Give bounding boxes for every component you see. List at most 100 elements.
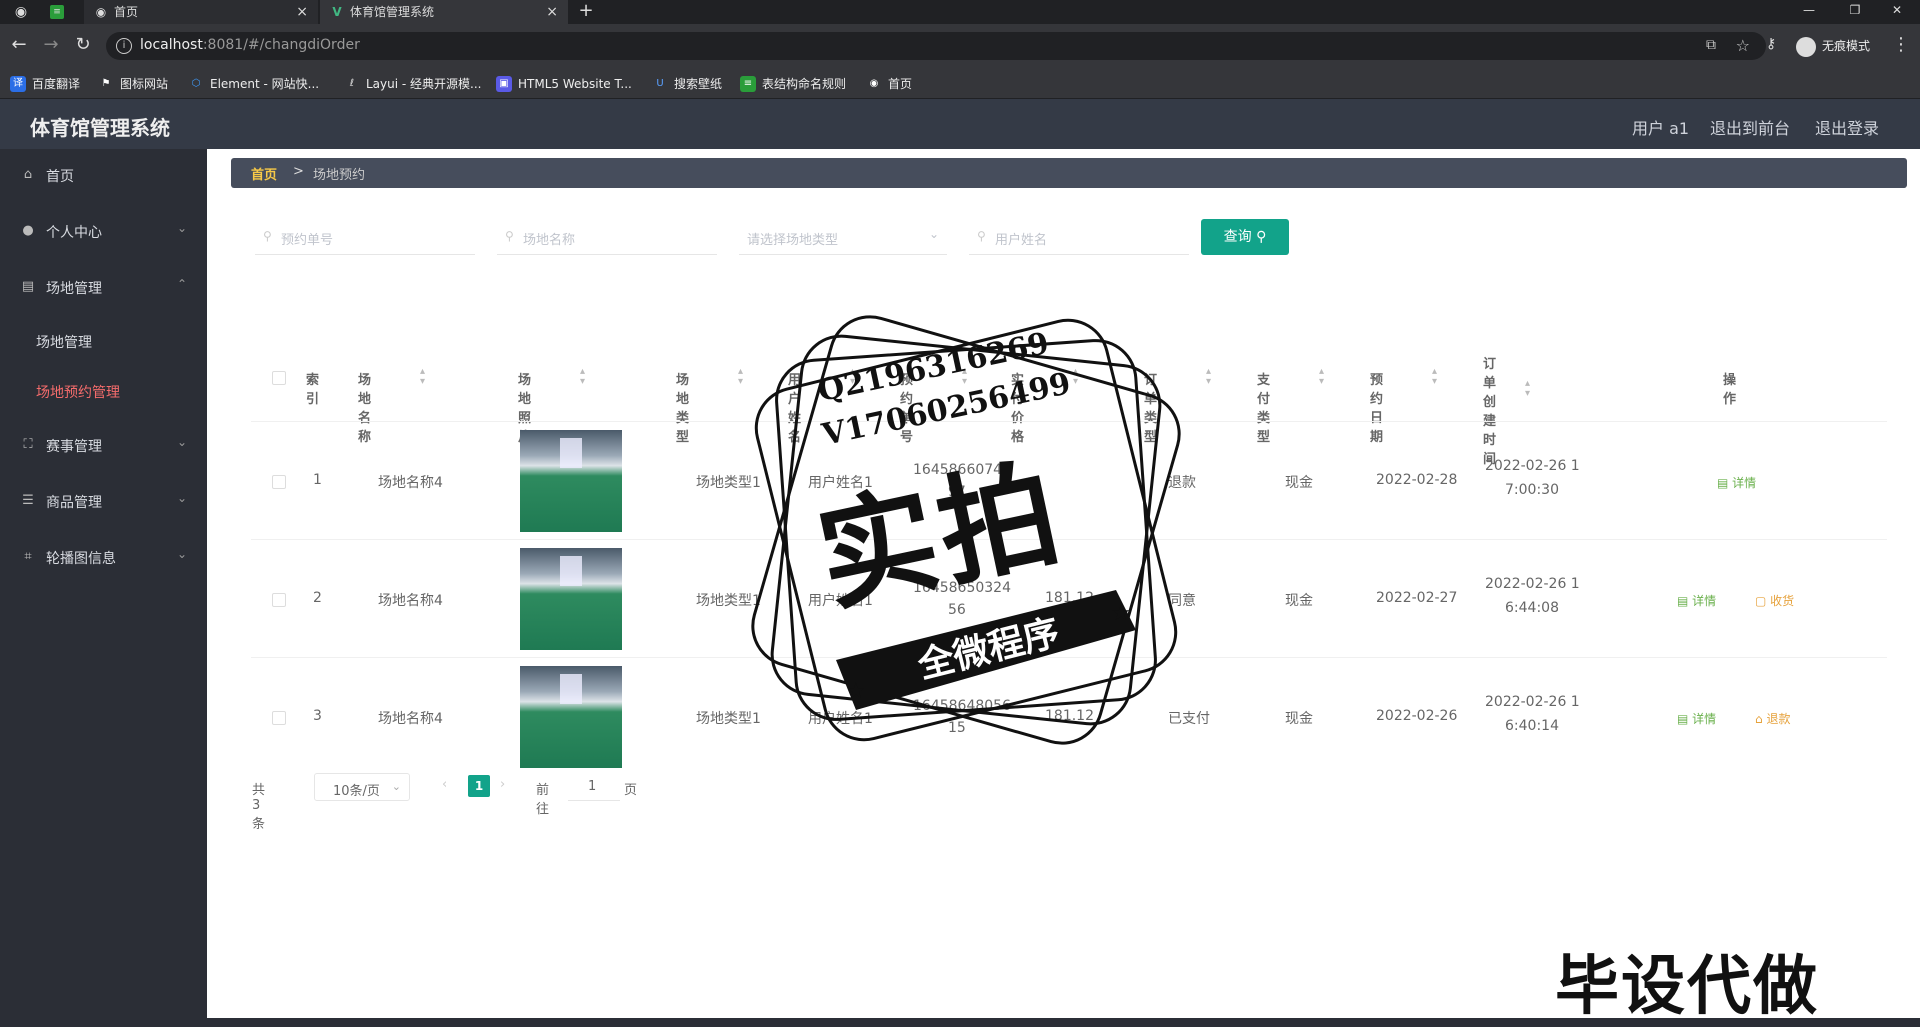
bookmark-item[interactable]: 译百度翻译 [10, 76, 80, 92]
search-icon: ⚲ [1256, 229, 1267, 245]
chevron-down-icon: ⌄ [176, 435, 187, 449]
sort-icon: ▴ ▾ [420, 366, 426, 387]
html5-icon: ▣ [496, 76, 512, 92]
breadcrumb-separator: > [293, 164, 304, 179]
crop-icon: ⌗ [24, 549, 32, 564]
bookmark-item[interactable]: ≡ 表结构命名规则 [740, 76, 846, 92]
user-name-input[interactable]: ⚲ 用户姓名 [969, 219, 1189, 255]
search-icon: ⚲ [505, 229, 514, 243]
venue-name-input[interactable]: ⚲ 场地名称 [497, 219, 717, 255]
document-icon: ▤ [21, 279, 35, 294]
table-row: 2 场地名称4 场地类型1 用户姓名1 16458650324 56 181.1… [251, 539, 1887, 658]
table-row: 3 场地名称4 场地类型1 用户姓名1 16458648056 15 181.1… [251, 657, 1887, 776]
search-button[interactable]: 查询 ⚲ [1201, 219, 1289, 255]
prev-page-icon[interactable]: ‹ [442, 777, 447, 792]
document-icon: ▤ [1677, 712, 1689, 726]
bookmark-star-icon[interactable]: ☆ [1736, 36, 1750, 55]
detail-button[interactable]: ▤ 详情 [1717, 474, 1756, 491]
minimize-icon[interactable]: — [1786, 0, 1832, 24]
sidebar-subitem-venue-manage[interactable]: 场地管理 [0, 321, 207, 361]
sidebar-subitem-venue-booking[interactable]: 场地预约管理 [0, 371, 207, 411]
next-page-icon[interactable]: › [500, 777, 505, 792]
sort-icon: ▴ ▾ [850, 366, 856, 387]
translate-bookmark-icon: 译 [10, 76, 26, 92]
box-icon: ▢ [1755, 594, 1767, 608]
row-checkbox[interactable] [272, 475, 286, 489]
info-icon[interactable]: i [116, 38, 132, 54]
search-icon: ⚲ [977, 229, 986, 243]
sidebar-item-events[interactable]: ⛶ 赛事管理 ⌄ [0, 425, 207, 465]
sort-icon: ▴ ▾ [1432, 366, 1438, 387]
back-icon[interactable]: ← [8, 34, 30, 56]
venue-photo [520, 430, 622, 532]
app-header: 体育馆管理系统 用户 a1 退出到前台 退出登录 [0, 99, 1920, 149]
breadcrumb-home[interactable]: 首页 [251, 164, 277, 183]
expand-icon: ⛶ [23, 437, 33, 452]
url-host: localhost [140, 37, 203, 53]
detail-button[interactable]: ▤ 详情 [1677, 710, 1716, 727]
address-bar[interactable]: i localhost:8081/#/changdiOrder ⧉ ☆ [106, 32, 1766, 60]
list-icon: ☰ [22, 493, 34, 508]
more-menu-icon[interactable]: ⋮ [1892, 34, 1910, 55]
url-path: :8081/#/changdiOrder [202, 37, 360, 53]
browser-menu-icon[interactable]: ◉ [12, 3, 30, 21]
globe-icon: ◉ [869, 78, 879, 89]
chevron-down-icon: ⌄ [391, 780, 401, 793]
order-no-input[interactable]: ⚲ 预约单号 [255, 219, 475, 255]
sidebar-item-profile[interactable]: ● 个人中心 ⌄ [0, 211, 207, 251]
sheet-icon: ≡ [740, 76, 756, 92]
sidebar-item-carousel[interactable]: ⌗ 轮播图信息 ⌄ [0, 537, 207, 577]
bookmark-item[interactable]: ⬡ Element - 网站快... [188, 76, 319, 92]
receive-button[interactable]: ▢ 收货 [1755, 592, 1794, 609]
bookmark-item[interactable]: ℓ Layui - 经典开源模... [344, 76, 482, 92]
close-icon[interactable]: × [546, 0, 558, 24]
row-checkbox[interactable] [272, 711, 286, 725]
page-size-select[interactable]: 10条/页 ⌄ [314, 773, 410, 801]
main-content: 首页 > 场地预约 ⚲ 预约单号 ⚲ 场地名称 请选择场地类型 ⌄ ⚲ 用户姓名… [207, 149, 1920, 1018]
bookmark-item[interactable]: ⚑ 图标网站 [98, 76, 169, 92]
restore-icon[interactable]: ❐ [1832, 0, 1878, 24]
detail-button[interactable]: ▤ 详情 [1677, 592, 1716, 609]
bookmark-item[interactable]: ◉ 首页 [866, 76, 912, 92]
sidebar-item-goods[interactable]: ☰ 商品管理 ⌄ [0, 481, 207, 521]
browser-tab-home[interactable]: ◉ 首页 × [84, 0, 318, 24]
bookmark-item[interactable]: U 搜索壁纸 [652, 76, 722, 92]
breadcrumb: 首页 > 场地预约 [231, 158, 1907, 188]
current-user: 用户 a1 [1632, 119, 1690, 138]
app-title: 体育馆管理系统 [30, 116, 170, 140]
chevron-down-icon: ⌄ [176, 491, 187, 505]
page-number-current[interactable]: 1 [468, 775, 490, 797]
window-close-icon[interactable]: ✕ [1874, 0, 1920, 24]
logout-link[interactable]: 退出登录 [1815, 115, 1879, 139]
sidebar-item-home[interactable]: ⌂ 首页 [0, 155, 207, 195]
refund-button[interactable]: ⌂ 退款 [1755, 710, 1790, 727]
browser-tab-app[interactable]: V 体育馆管理系统 × [320, 0, 568, 24]
reload-icon[interactable]: ↻ [72, 34, 94, 56]
incognito-profile[interactable]: 无痕模式 [1796, 33, 1870, 59]
chevron-down-icon: ⌄ [928, 227, 939, 241]
translate-icon[interactable]: ⧉ [1706, 37, 1716, 53]
user-icon: ● [22, 223, 34, 238]
app-tab-icon[interactable]: ≡ [50, 5, 64, 19]
flag-icon: ⚑ [101, 78, 111, 89]
browser-tab-bar: ◉ ≡ ◉ 首页 × V 体育馆管理系统 × + — ❐ ✕ [0, 0, 1920, 24]
sort-icon: ▴ ▾ [962, 366, 968, 387]
close-icon[interactable]: × [296, 0, 308, 24]
venue-type-select[interactable]: 请选择场地类型 ⌄ [739, 219, 947, 255]
select-all-checkbox[interactable] [272, 371, 286, 385]
document-icon: ▤ [1677, 594, 1689, 608]
key-icon[interactable]: ⚷ [1766, 36, 1786, 52]
goto-page-input[interactable]: 1 [568, 773, 620, 801]
bookmark-item[interactable]: ▣ HTML5 Website T... [496, 76, 632, 92]
document-icon: ▤ [1717, 476, 1729, 490]
bookmarks-bar: 译百度翻译 ⚑ 图标网站 ⬡ Element - 网站快... ℓ Layui - 经… [0, 70, 1920, 99]
forward-icon[interactable]: → [40, 34, 62, 56]
sidebar-item-venue[interactable]: ▤ 场地管理 ⌃ [0, 267, 207, 307]
breadcrumb-current: 场地预约 [313, 168, 366, 183]
sort-icon: ▴ ▾ [1206, 366, 1212, 387]
exit-to-front-link[interactable]: 退出到前台 [1710, 115, 1790, 139]
chevron-down-icon: ⌄ [176, 547, 187, 561]
new-tab-button[interactable]: + [575, 0, 597, 24]
row-checkbox[interactable] [272, 593, 286, 607]
chevron-up-icon: ⌃ [176, 277, 187, 291]
